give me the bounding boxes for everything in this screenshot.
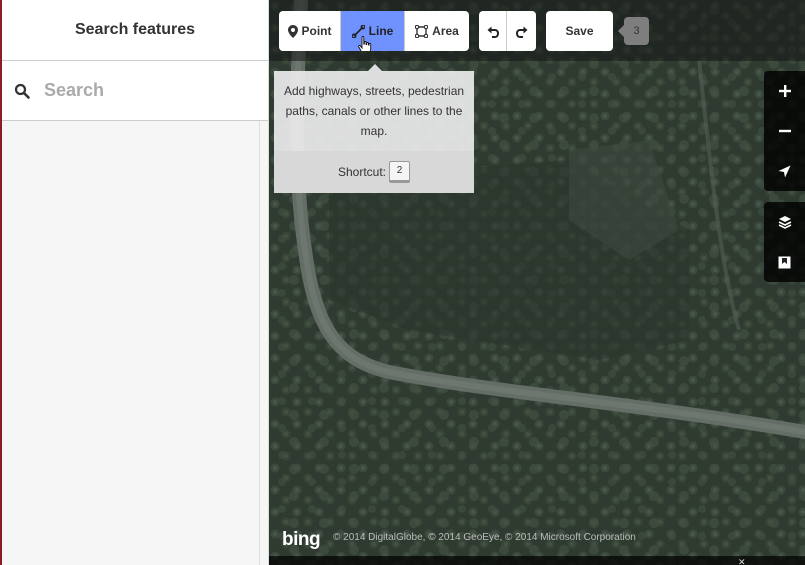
plus-icon <box>778 85 791 97</box>
add-point-label: Point <box>301 24 332 38</box>
layer-controls <box>764 202 805 282</box>
zoom-controls <box>764 71 805 191</box>
imagery-attribution: © 2014 DigitalGlobe, © 2014 GeoEye, © 20… <box>333 532 636 543</box>
shortcut-label: Shortcut: <box>337 165 387 179</box>
tooltip-description: Add highways, streets, pedestrian paths,… <box>283 84 465 138</box>
bing-logo[interactable]: bing <box>282 529 321 551</box>
shortcut-key: 2 <box>389 161 411 183</box>
add-area-button[interactable]: Area <box>405 11 469 51</box>
add-feature-group: Point Line Area <box>279 11 469 51</box>
sidebar-header: Search features <box>2 0 268 61</box>
map-marker-icon <box>287 24 298 38</box>
add-area-label: Area <box>432 24 459 38</box>
zoom-in-button[interactable] <box>764 71 805 111</box>
minus-icon <box>778 129 791 133</box>
geolocate-button[interactable] <box>764 151 805 191</box>
undo-button[interactable] <box>479 11 507 51</box>
map-data-button[interactable] <box>764 242 805 282</box>
undo-icon <box>487 26 499 38</box>
area-icon <box>415 24 429 38</box>
close-icon[interactable]: ✕ <box>738 557 746 565</box>
sidebar-title: Search features <box>74 21 196 38</box>
line-tooltip: Add highways, streets, pedestrian paths,… <box>274 64 474 193</box>
redo-icon <box>515 26 527 38</box>
search-icon <box>14 83 30 99</box>
edit-count-badge: 3 <box>618 17 649 45</box>
redo-button[interactable] <box>507 11 536 51</box>
sidebar-resizer[interactable] <box>259 121 260 565</box>
background-button[interactable] <box>764 202 805 242</box>
sidebar: Search features <box>0 0 269 565</box>
map-footer <box>269 556 805 565</box>
undo-redo-group <box>479 11 536 51</box>
add-point-button[interactable]: Point <box>279 11 341 51</box>
zoom-out-button[interactable] <box>764 111 805 151</box>
search-input[interactable] <box>44 80 244 101</box>
tooltip-shortcut: Shortcut: 2 <box>274 151 474 193</box>
map-data-icon <box>778 256 791 268</box>
save-button[interactable]: Save <box>546 11 613 51</box>
add-line-button[interactable]: Line <box>341 11 405 51</box>
add-line-label: Line <box>368 24 394 38</box>
location-arrow-icon <box>778 165 791 177</box>
hand-cursor-icon <box>358 36 372 51</box>
layers-icon <box>778 216 791 229</box>
search-bar <box>2 61 268 121</box>
